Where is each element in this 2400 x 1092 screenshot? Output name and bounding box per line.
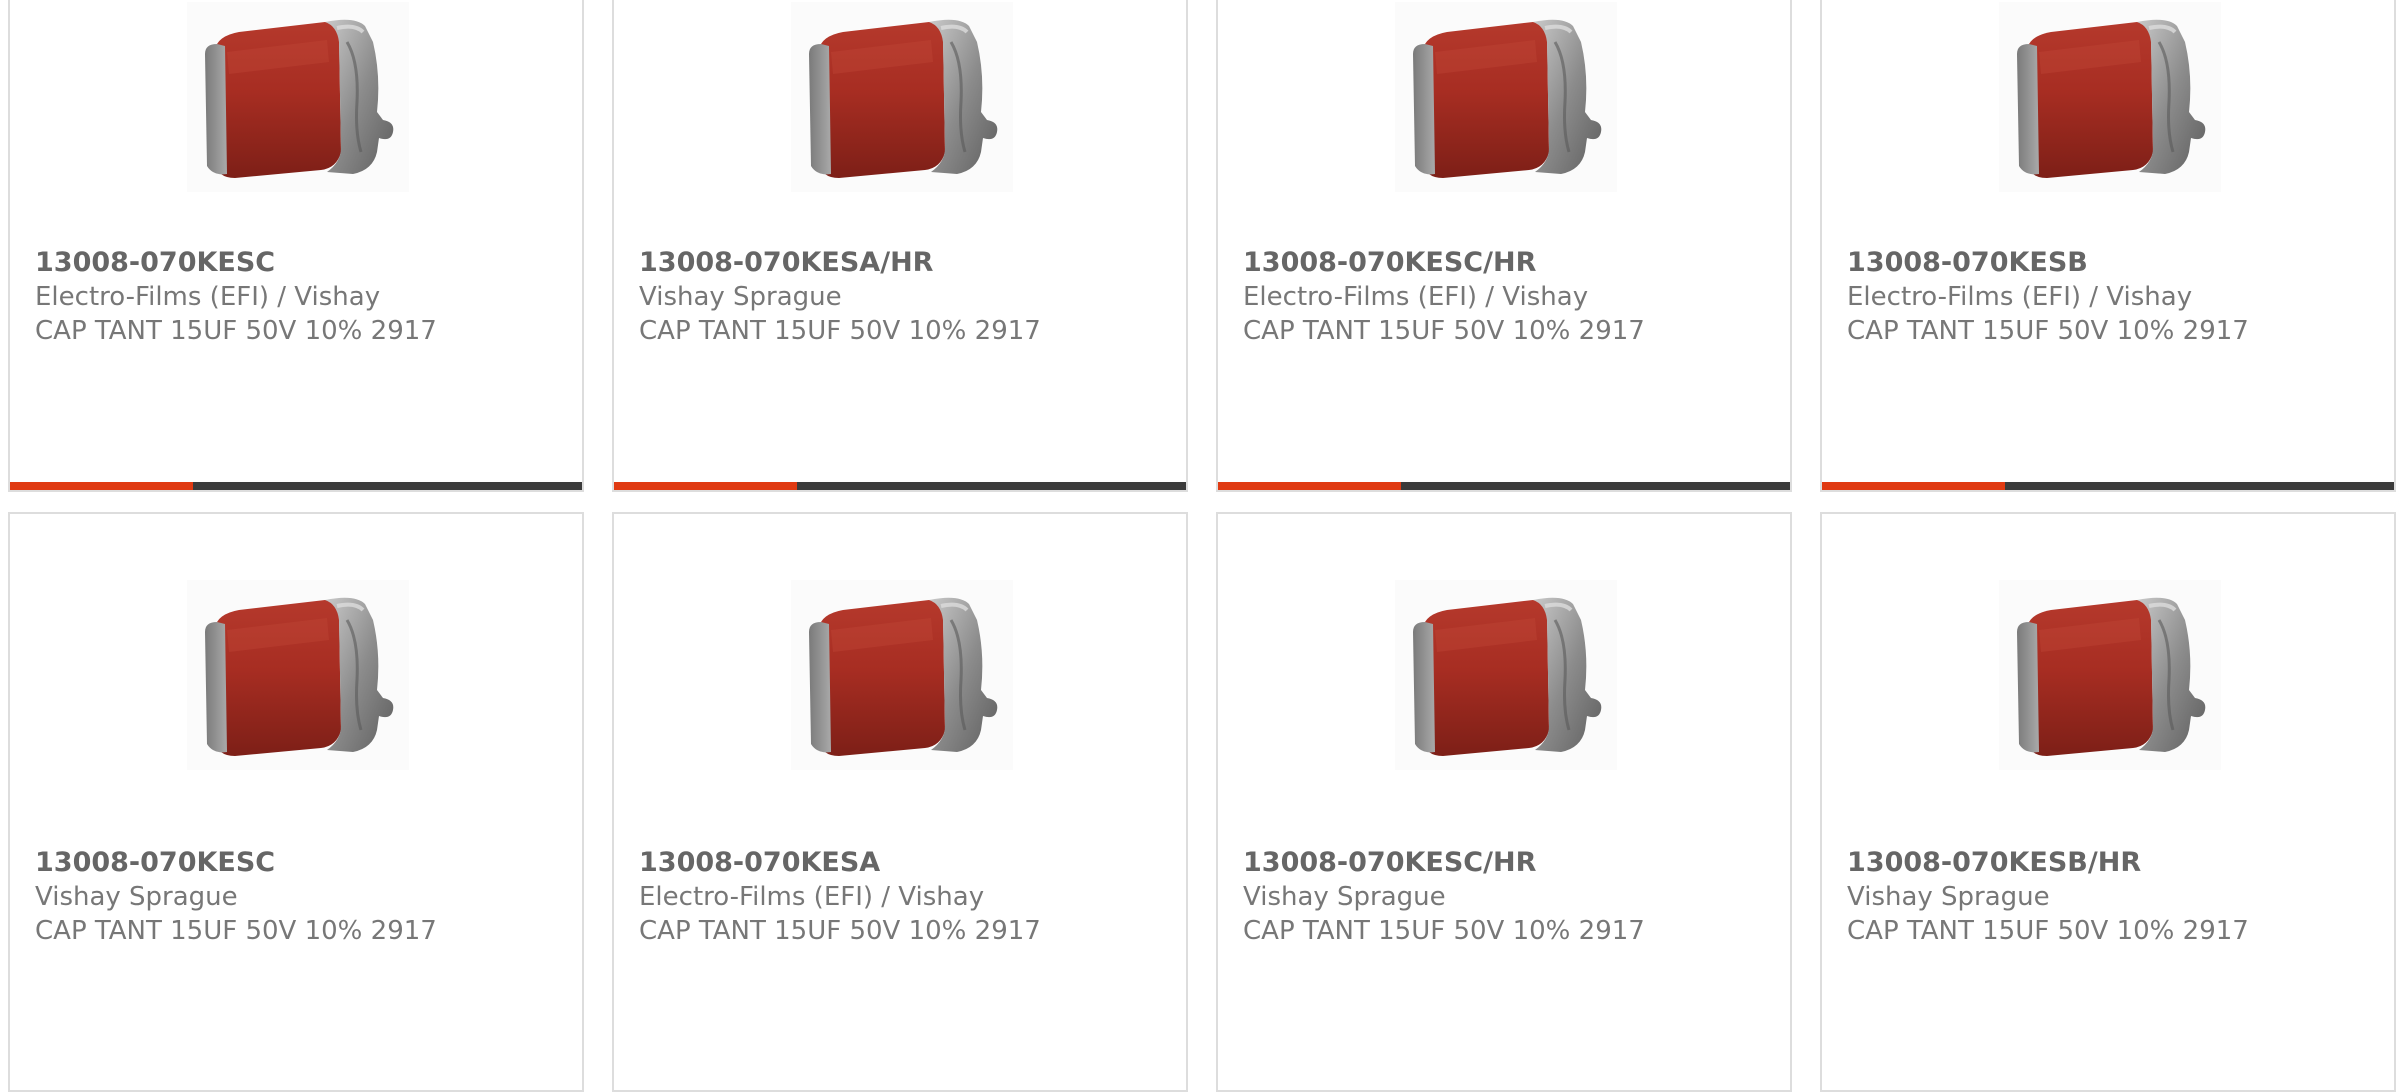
description: CAP TANT 15UF 50V 10% 2917 [1243, 316, 1645, 346]
tantalum-capacitor-icon [1999, 2, 2221, 192]
product-card[interactable]: 13008-070KESC/HR Electro-Films (EFI) / V… [1216, 0, 1792, 492]
tantalum-capacitor-icon [1395, 580, 1617, 770]
product-card[interactable]: 13008-070KESC Vishay Sprague CAP TANT 15… [8, 512, 584, 1092]
part-number[interactable]: 13008-070KESC [35, 246, 572, 280]
progress-fill [1218, 482, 1402, 490]
product-card[interactable]: 13008-070KESA/HR Vishay Sprague CAP TANT… [612, 0, 1188, 492]
progress-bar [614, 482, 1186, 490]
description: CAP TANT 15UF 50V 10% 2917 [35, 316, 437, 346]
tantalum-capacitor-icon [187, 580, 409, 770]
product-card[interactable]: 13008-070KESC Electro-Films (EFI) / Vish… [8, 0, 584, 492]
part-number[interactable]: 13008-070KESB [1847, 246, 2384, 280]
product-card[interactable]: 13008-070KESA Electro-Films (EFI) / Vish… [612, 512, 1188, 1092]
part-number[interactable]: 13008-070KESC [35, 846, 572, 880]
description: CAP TANT 15UF 50V 10% 2917 [1847, 916, 2249, 946]
description: CAP TANT 15UF 50V 10% 2917 [35, 916, 437, 946]
part-number[interactable]: 13008-070KESC/HR [1243, 246, 1780, 280]
progress-bar [1822, 482, 2394, 490]
product-grid: 13008-070KESC Electro-Films (EFI) / Vish… [0, 0, 2400, 1092]
tantalum-capacitor-icon [1999, 580, 2221, 770]
manufacturer: Vishay Sprague [35, 882, 238, 912]
manufacturer: Electro-Films (EFI) / Vishay [35, 282, 381, 312]
manufacturer: Electro-Films (EFI) / Vishay [1847, 282, 2193, 312]
description: CAP TANT 15UF 50V 10% 2917 [1847, 316, 2249, 346]
progress-bar [1218, 482, 1790, 490]
product-card[interactable]: 13008-070KESB/HR Vishay Sprague CAP TANT… [1820, 512, 2396, 1092]
progress-fill [614, 482, 798, 490]
manufacturer: Electro-Films (EFI) / Vishay [639, 882, 985, 912]
manufacturer: Vishay Sprague [1847, 882, 2050, 912]
description: CAP TANT 15UF 50V 10% 2917 [639, 316, 1041, 346]
part-number[interactable]: 13008-070KESC/HR [1243, 846, 1780, 880]
description: CAP TANT 15UF 50V 10% 2917 [1243, 916, 1645, 946]
manufacturer: Vishay Sprague [639, 282, 842, 312]
part-number[interactable]: 13008-070KESB/HR [1847, 846, 2384, 880]
progress-fill [1822, 482, 2006, 490]
tantalum-capacitor-icon [791, 2, 1013, 192]
manufacturer: Vishay Sprague [1243, 882, 1446, 912]
tantalum-capacitor-icon [1395, 2, 1617, 192]
progress-bar [10, 482, 582, 490]
part-number[interactable]: 13008-070KESA/HR [639, 246, 1176, 280]
part-number[interactable]: 13008-070KESA [639, 846, 1176, 880]
tantalum-capacitor-icon [791, 580, 1013, 770]
manufacturer: Electro-Films (EFI) / Vishay [1243, 282, 1589, 312]
product-card[interactable]: 13008-070KESC/HR Vishay Sprague CAP TANT… [1216, 512, 1792, 1092]
progress-fill [10, 482, 194, 490]
tantalum-capacitor-icon [187, 2, 409, 192]
description: CAP TANT 15UF 50V 10% 2917 [639, 916, 1041, 946]
product-card[interactable]: 13008-070KESB Electro-Films (EFI) / Vish… [1820, 0, 2396, 492]
